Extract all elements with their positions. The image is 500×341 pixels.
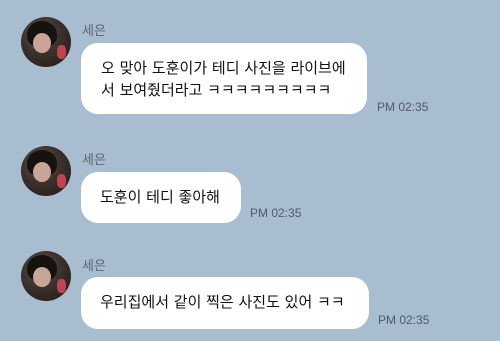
sender-name: 세은 [82, 24, 106, 39]
avatar-light [57, 174, 66, 188]
message-bubble[interactable]: 오 맞아 도훈이가 테디 사진을 라이브에 서 보여줬더라고 ㅋㅋㅋㅋㅋㅋㅋㅋㅋ [81, 43, 367, 114]
message-text-line: 우리집에서 같이 찍은 사진도 있어 ㅋㅋ [100, 293, 345, 311]
avatar[interactable] [21, 146, 71, 196]
chat-view: 세은 오 맞아 도훈이가 테디 사진을 라이브에 서 보여줬더라고 ㅋㅋㅋㅋㅋㅋ… [0, 0, 500, 341]
avatar-light [57, 279, 66, 293]
avatar-face [33, 267, 51, 287]
sender-name: 세은 [82, 153, 106, 168]
message-text-line: 서 보여줬더라고 ㅋㅋㅋㅋㅋㅋㅋㅋㅋ [101, 81, 332, 99]
avatar-face [33, 162, 51, 182]
message-bubble[interactable]: 도훈이 테디 좋아해 [81, 172, 241, 223]
message-bubble[interactable]: 우리집에서 같이 찍은 사진도 있어 ㅋㅋ [81, 277, 369, 329]
message-time: PM 02:35 [250, 206, 302, 220]
avatar[interactable] [21, 17, 71, 67]
message-text-line: 도훈이 테디 좋아해 [100, 188, 220, 206]
sender-name: 세은 [82, 259, 106, 274]
avatar-light [57, 45, 66, 59]
message-text-line: 오 맞아 도훈이가 테디 사진을 라이브에 [101, 59, 346, 77]
message-time: PM 02:35 [378, 313, 430, 327]
avatar[interactable] [21, 251, 71, 301]
message-time: PM 02:35 [377, 100, 429, 114]
avatar-face [33, 33, 51, 53]
